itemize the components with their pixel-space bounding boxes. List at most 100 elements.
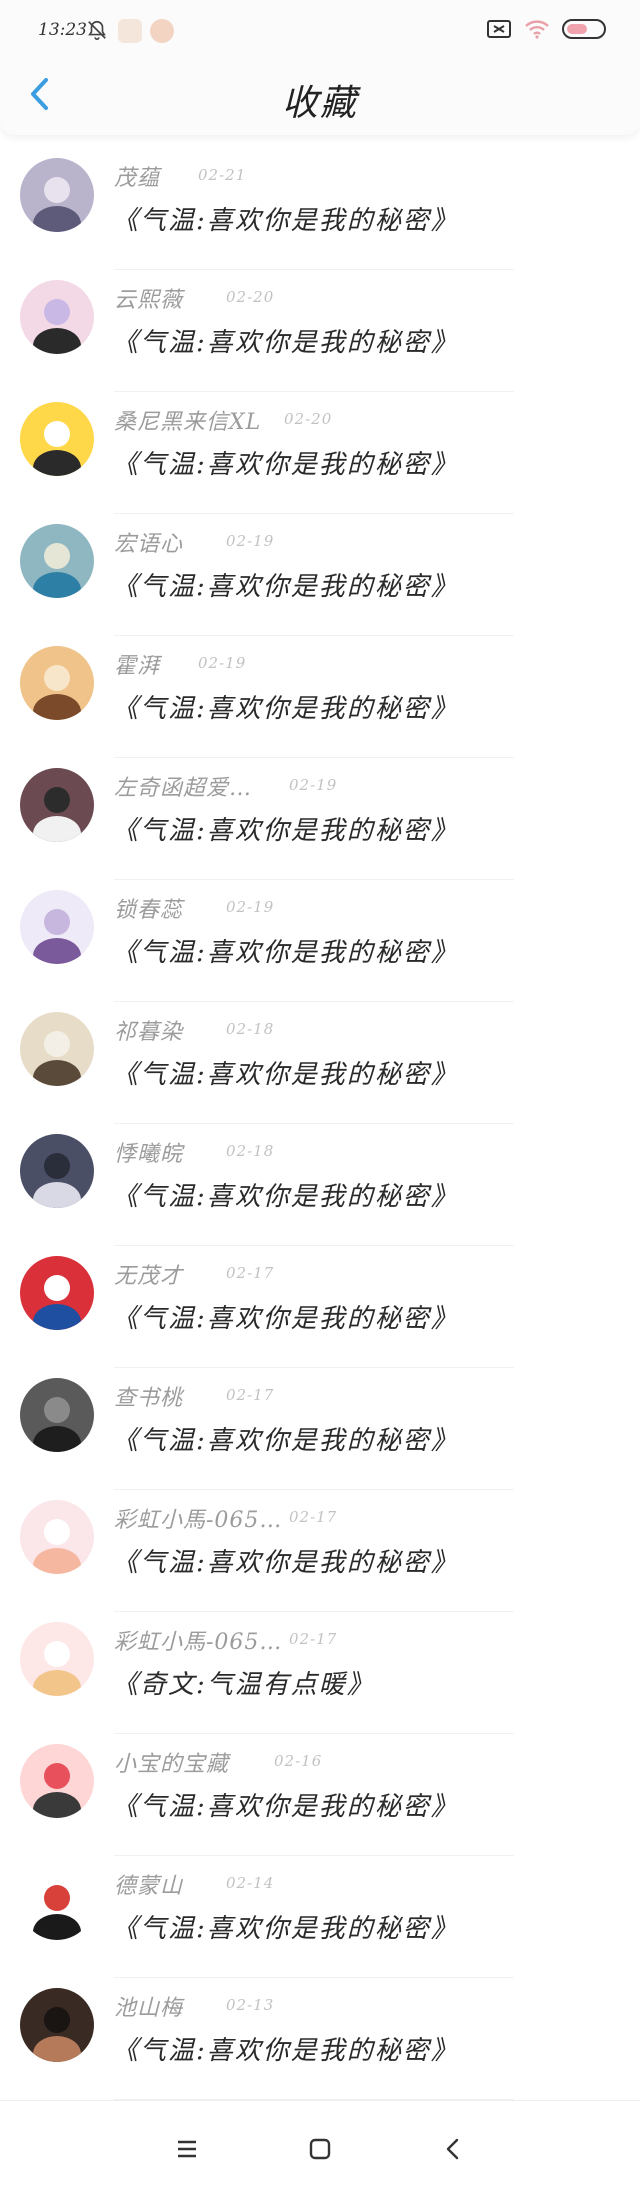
item-date: 02-16 (274, 1752, 323, 1770)
item-meta: 池山梅 02-13 (114, 1990, 273, 2021)
favorite-title[interactable]: 《气温:喜欢你是我的秘密》 (112, 322, 459, 359)
user-name[interactable]: 宏语心 (114, 532, 183, 557)
battery-icon (562, 19, 606, 39)
user-name[interactable]: 悸曦皖 (114, 1142, 183, 1167)
list-item[interactable]: 左奇函超爱… 02-19 《气温:喜欢你是我的秘密》 (0, 758, 640, 880)
list-item[interactable]: 云熙薇 02-20 《气温:喜欢你是我的秘密》 (0, 270, 640, 392)
favorite-title[interactable]: 《气温:喜欢你是我的秘密》 (112, 932, 459, 969)
favorite-title[interactable]: 《气温:喜欢你是我的秘密》 (112, 1786, 459, 1823)
avatar[interactable] (20, 280, 94, 354)
user-name[interactable]: 祁暮染 (114, 1020, 183, 1045)
status-bar: 13:23 (0, 0, 640, 62)
item-date: 02-14 (226, 1874, 275, 1892)
avatar[interactable] (20, 158, 94, 232)
item-meta: 小宝的宝藏 02-16 (114, 1746, 321, 1777)
item-meta: 云熙薇 02-20 (114, 282, 273, 313)
system-back-button[interactable] (433, 2129, 473, 2169)
list-item[interactable]: 悸曦皖 02-18 《气温:喜欢你是我的秘密》 (0, 1124, 640, 1246)
user-name[interactable]: 霍湃 (114, 654, 160, 679)
avatar[interactable] (20, 646, 94, 720)
user-name[interactable]: 云熙薇 (114, 288, 183, 313)
favorite-title[interactable]: 《气温:喜欢你是我的秘密》 (112, 1176, 459, 1213)
avatar[interactable] (20, 1012, 94, 1086)
user-name[interactable]: 锁春蕊 (114, 898, 183, 923)
item-meta: 桑尼黑来信XL 02-20 (114, 404, 331, 435)
page-title: 收藏 (281, 83, 358, 124)
list-item[interactable]: 查书桃 02-17 《气温:喜欢你是我的秘密》 (0, 1368, 640, 1490)
item-meta: 彩虹小馬-065… 02-17 (114, 1624, 336, 1655)
favorite-title[interactable]: 《气温:喜欢你是我的秘密》 (112, 1054, 459, 1091)
list-item[interactable]: 祁暮染 02-18 《气温:喜欢你是我的秘密》 (0, 1002, 640, 1124)
bell-off-icon (88, 20, 106, 40)
item-meta: 查书桃 02-17 (114, 1380, 273, 1411)
avatar[interactable] (20, 1988, 94, 2062)
home-square-icon (309, 2138, 331, 2160)
favorite-title[interactable]: 《气温:喜欢你是我的秘密》 (112, 688, 459, 725)
top-bar: 13:23 收藏 (0, 0, 640, 135)
item-meta: 祁暮染 02-18 (114, 1014, 273, 1045)
avatar[interactable] (20, 1622, 94, 1696)
user-name[interactable]: 左奇函超爱… (114, 776, 252, 801)
item-date: 02-17 (289, 1508, 338, 1526)
favorite-title[interactable]: 《气温:喜欢你是我的秘密》 (112, 444, 459, 481)
item-date: 02-13 (226, 1996, 275, 2014)
menu-button[interactable] (167, 2129, 207, 2169)
back-chevron-icon (446, 2138, 459, 2160)
favorite-title[interactable]: 《气温:喜欢你是我的秘密》 (112, 200, 459, 237)
user-name[interactable]: 无茂才 (114, 1264, 183, 1289)
list-item[interactable]: 彩虹小馬-065… 02-17 《奇文:气温有点暖》 (0, 1612, 640, 1734)
list-item[interactable]: 小宝的宝藏 02-16 《气温:喜欢你是我的秘密》 (0, 1734, 640, 1856)
title-bar: 收藏 (0, 62, 640, 135)
item-meta: 彩虹小馬-065… 02-17 (114, 1502, 336, 1533)
user-name[interactable]: 德蒙山 (114, 1874, 183, 1899)
avatar[interactable] (20, 1134, 94, 1208)
list-item[interactable]: 茂蕴 02-21 《气温:喜欢你是我的秘密》 (0, 148, 640, 270)
list-item[interactable]: 霍湃 02-19 《气温:喜欢你是我的秘密》 (0, 636, 640, 758)
list-item[interactable]: 无茂才 02-17 《气温:喜欢你是我的秘密》 (0, 1246, 640, 1368)
avatar[interactable] (20, 1256, 94, 1330)
user-name[interactable]: 彩虹小馬-065… (114, 1508, 282, 1533)
item-meta: 左奇函超爱… 02-19 (114, 770, 336, 801)
menu-icon (178, 2140, 196, 2158)
status-right-icons (486, 18, 606, 40)
user-name[interactable]: 彩虹小馬-065… (114, 1630, 282, 1655)
user-name[interactable]: 池山梅 (114, 1996, 183, 2021)
favorite-title[interactable]: 《气温:喜欢你是我的秘密》 (112, 1542, 459, 1579)
list-item[interactable]: 池山梅 02-13 《气温:喜欢你是我的秘密》 (0, 1978, 640, 2100)
user-name[interactable]: 桑尼黑来信XL (114, 410, 261, 435)
list-item[interactable]: 锁春蕊 02-19 《气温:喜欢你是我的秘密》 (0, 880, 640, 1002)
favorite-title[interactable]: 《奇文:气温有点暖》 (112, 1664, 375, 1701)
list-item[interactable]: 德蒙山 02-14 《气温:喜欢你是我的秘密》 (0, 1856, 640, 1978)
favorite-title[interactable]: 《气温:喜欢你是我的秘密》 (112, 566, 459, 603)
avatar[interactable] (20, 768, 94, 842)
app-notification-icon (150, 19, 174, 43)
avatar[interactable] (20, 402, 94, 476)
list-item[interactable]: 桑尼黑来信XL 02-20 《气温:喜欢你是我的秘密》 (0, 392, 640, 514)
item-date: 02-21 (198, 166, 247, 184)
item-date: 02-17 (226, 1386, 275, 1404)
favorite-title[interactable]: 《气温:喜欢你是我的秘密》 (112, 2030, 459, 2067)
home-button[interactable] (300, 2129, 340, 2169)
user-name[interactable]: 茂蕴 (114, 166, 160, 191)
item-date: 02-20 (284, 410, 333, 428)
avatar[interactable] (20, 1500, 94, 1574)
item-date: 02-18 (226, 1142, 275, 1160)
avatar[interactable] (20, 1378, 94, 1452)
user-name[interactable]: 查书桃 (114, 1386, 183, 1411)
favorite-title[interactable]: 《气温:喜欢你是我的秘密》 (112, 1298, 459, 1335)
item-date: 02-19 (226, 532, 275, 550)
app-notification-icon (118, 19, 142, 43)
item-meta: 德蒙山 02-14 (114, 1868, 273, 1899)
favorite-title[interactable]: 《气温:喜欢你是我的秘密》 (112, 1420, 459, 1457)
avatar[interactable] (20, 524, 94, 598)
list-item[interactable]: 宏语心 02-19 《气温:喜欢你是我的秘密》 (0, 514, 640, 636)
avatar[interactable] (20, 1866, 94, 1940)
favorite-title[interactable]: 《气温:喜欢你是我的秘密》 (112, 1908, 459, 1945)
avatar[interactable] (20, 1744, 94, 1818)
item-date: 02-19 (226, 898, 275, 916)
list-item[interactable]: 彩虹小馬-065… 02-17 《气温:喜欢你是我的秘密》 (0, 1490, 640, 1612)
favorite-title[interactable]: 《气温:喜欢你是我的秘密》 (112, 810, 459, 847)
avatar[interactable] (20, 890, 94, 964)
user-name[interactable]: 小宝的宝藏 (114, 1752, 229, 1777)
favorites-list: 茂蕴 02-21 《气温:喜欢你是我的秘密》 云熙薇 02-20 《气温:喜欢你是我的秘密… (0, 148, 640, 2100)
